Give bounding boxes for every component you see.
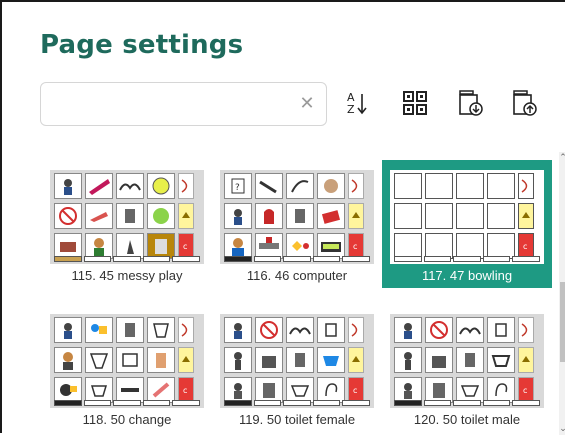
import-pages-icon	[459, 90, 483, 116]
page-label: 120. 50 toilet male	[413, 412, 521, 427]
page-card-118[interactable]: c 118. 50 change	[42, 304, 212, 432]
page-grid: c 115. 45 messy play ? c 116. 46 compute…	[40, 152, 560, 435]
vertical-scrollbar[interactable]: ⌃ ⌄	[559, 152, 565, 435]
svg-text:Z: Z	[347, 103, 355, 116]
page-thumbnail: c	[42, 304, 212, 408]
svg-text:c: c	[523, 386, 527, 395]
export-pages-button[interactable]	[508, 86, 542, 120]
page-card-119[interactable]: c 119. 50 toilet female	[212, 304, 382, 432]
sort-az-icon: A Z	[347, 91, 367, 116]
clear-search-icon[interactable]: ✕	[298, 94, 316, 112]
svg-text:c: c	[183, 386, 187, 395]
import-pages-button[interactable]	[454, 86, 488, 120]
svg-text:c: c	[523, 242, 527, 251]
svg-text:?: ?	[235, 183, 240, 193]
page-thumbnail: c	[42, 160, 212, 264]
svg-text:c: c	[183, 242, 187, 251]
page-label: 117. 47 bowling	[382, 264, 552, 288]
page-card-120[interactable]: c 120. 50 toilet male	[382, 304, 552, 432]
page-label: 116. 46 computer	[246, 268, 348, 283]
search-box[interactable]: ✕	[40, 82, 327, 126]
sort-az-button[interactable]: A Z	[340, 86, 374, 120]
page-label: 115. 45 messy play	[71, 268, 183, 283]
page-thumbnail: ? c	[212, 160, 382, 264]
scroll-down-icon[interactable]: ⌄	[559, 423, 565, 435]
scrollbar-thumb[interactable]	[560, 282, 565, 362]
page-label: 119. 50 toilet female	[238, 412, 356, 427]
page-thumbnail: c	[382, 304, 552, 408]
svg-text:c: c	[353, 386, 357, 395]
page-card-116[interactable]: ? c 116. 46 computer	[212, 160, 382, 288]
svg-text:c: c	[353, 242, 357, 251]
qr-code-button[interactable]	[398, 86, 432, 120]
page-settings-panel: Page settings ✕ A Z c 115. 45 messy play…	[0, 0, 565, 435]
page-card-115[interactable]: c 115. 45 messy play	[42, 160, 212, 288]
page-thumbnail: c	[212, 304, 382, 408]
page-title: Page settings	[40, 30, 244, 60]
export-pages-icon	[513, 90, 537, 116]
search-input[interactable]	[51, 91, 291, 119]
scroll-up-icon[interactable]: ⌃	[559, 152, 565, 164]
page-thumbnail: c	[382, 160, 552, 264]
page-label: 118. 50 change	[82, 412, 172, 427]
qr-code-icon	[403, 91, 427, 115]
page-card-117[interactable]: c 117. 47 bowling	[382, 160, 552, 288]
